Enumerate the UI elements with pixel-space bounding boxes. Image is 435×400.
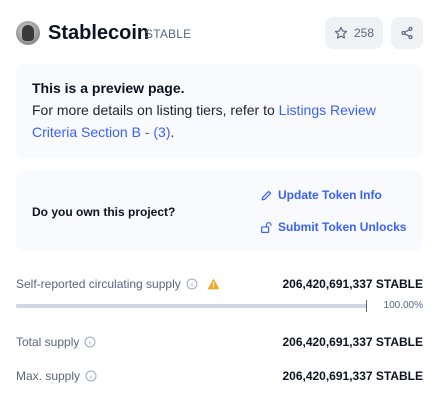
max-supply-value: 206,420,691,337 STABLE — [282, 369, 423, 383]
preview-text-prefix: For more details on listing tiers, refer… — [32, 102, 279, 118]
coin-name: Stablecoin — [48, 22, 150, 44]
total-supply-text: Total supply — [16, 335, 80, 349]
circulating-supply-text: Self-reported circulating supply — [16, 277, 181, 291]
preview-text: For more details on listing tiers, refer… — [32, 99, 407, 143]
circulating-supply-bar-end — [366, 300, 367, 312]
max-supply-label: Max. supply — [16, 368, 97, 384]
ownership-question: Do you own this project? — [32, 205, 176, 219]
preview-notice: This is a preview page. For more details… — [16, 64, 423, 158]
share-button[interactable] — [391, 17, 423, 49]
total-supply-value: 206,420,691,337 STABLE — [282, 335, 423, 349]
total-supply-label: Total supply — [16, 334, 96, 350]
update-token-info-label: Update Token Info — [278, 188, 382, 202]
watchlist-count: 258 — [353, 26, 375, 40]
circulating-supply-value: 206,420,691,337 STABLE — [282, 277, 423, 291]
coin-logo — [16, 21, 40, 45]
ownership-box: Do you own this project? Update Token In… — [16, 171, 423, 251]
share-icon — [400, 26, 414, 40]
submit-token-unlocks-link[interactable]: Submit Token Unlocks — [260, 219, 406, 235]
circulating-supply-label: Self-reported circulating supply — [16, 276, 220, 292]
coin-symbol: STABLE — [145, 27, 192, 41]
warning-icon[interactable] — [207, 278, 220, 290]
info-icon[interactable] — [186, 278, 198, 290]
pencil-icon — [260, 189, 273, 202]
info-icon[interactable] — [84, 336, 96, 348]
circulating-supply-percent: 100.00% — [383, 300, 423, 311]
circulating-supply-bar-fill — [16, 304, 367, 308]
coin-header: Stablecoin STABLE 258 — [16, 17, 423, 49]
unlock-icon — [260, 221, 273, 234]
preview-text-suffix: . — [170, 124, 175, 140]
preview-title: This is a preview page. — [32, 80, 185, 96]
update-token-info-link[interactable]: Update Token Info — [260, 187, 382, 203]
star-icon — [334, 26, 348, 40]
submit-token-unlocks-label: Submit Token Unlocks — [278, 220, 407, 234]
info-icon[interactable] — [85, 370, 97, 382]
watchlist-button[interactable]: 258 — [325, 17, 383, 49]
max-supply-text: Max. supply — [16, 369, 81, 383]
circulating-supply-bar — [16, 304, 367, 308]
